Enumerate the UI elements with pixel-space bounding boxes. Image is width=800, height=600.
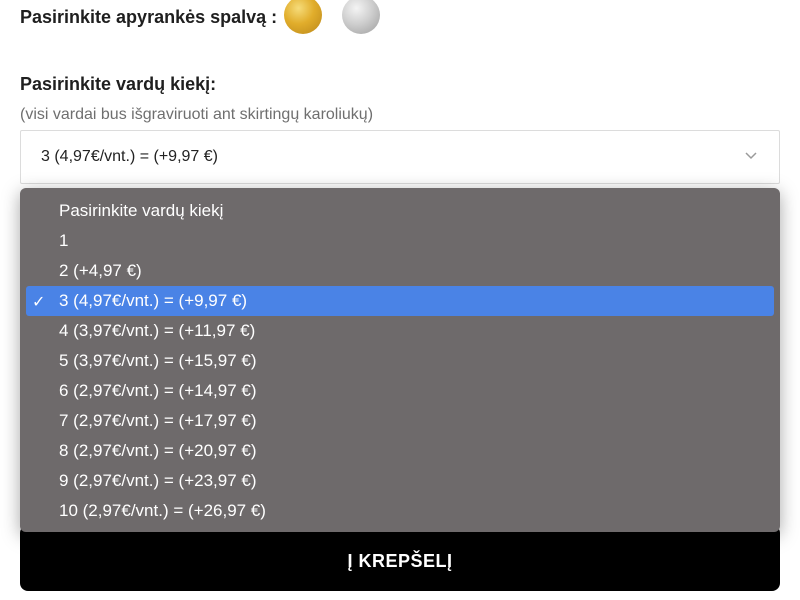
option-label: 2 (+4,97 €)	[59, 261, 142, 280]
option-label: 3 (4,97€/vnt.) = (+9,97 €)	[59, 291, 248, 310]
dropdown-option-7[interactable]: 7 (2,97€/vnt.) = (+17,97 €)	[26, 406, 774, 436]
dropdown-option-8[interactable]: 8 (2,97€/vnt.) = (+20,97 €)	[26, 436, 774, 466]
color-selector-row: Pasirinkite apyrankės spalvą :	[20, 0, 277, 34]
silver-color-swatch[interactable]	[342, 0, 380, 34]
option-label: 9 (2,97€/vnt.) = (+23,97 €)	[59, 471, 257, 490]
quantity-select[interactable]: 3 (4,97€/vnt.) = (+9,97 €)	[20, 130, 780, 184]
quantity-dropdown-menu: Pasirinkite vardų kiekį 1 2 (+4,97 €) ✓ …	[20, 188, 780, 532]
color-selector-label: Pasirinkite apyrankės spalvą :	[20, 6, 278, 27]
option-label: 6 (2,97€/vnt.) = (+14,97 €)	[59, 381, 257, 400]
quantity-select-value: 3 (4,97€/vnt.) = (+9,97 €)	[41, 148, 218, 165]
dropdown-option-3[interactable]: ✓ 3 (4,97€/vnt.) = (+9,97 €)	[26, 286, 774, 316]
option-label: 1	[59, 231, 69, 250]
dropdown-option-6[interactable]: 6 (2,97€/vnt.) = (+14,97 €)	[26, 376, 774, 406]
dropdown-option-4[interactable]: 4 (3,97€/vnt.) = (+11,97 €)	[26, 316, 774, 346]
dropdown-option-1[interactable]: 1	[26, 226, 774, 256]
chevron-down-icon	[745, 149, 757, 161]
option-label: 10 (2,97€/vnt.) = (+26,97 €)	[59, 501, 266, 520]
dropdown-option-5[interactable]: 5 (3,97€/vnt.) = (+15,97 €)	[26, 346, 774, 376]
checkmark-icon: ✓	[32, 294, 46, 311]
option-label: 4 (3,97€/vnt.) = (+11,97 €)	[59, 321, 256, 340]
dropdown-option-2[interactable]: 2 (+4,97 €)	[26, 256, 774, 286]
option-label: 8 (2,97€/vnt.) = (+20,97 €)	[59, 441, 257, 460]
option-label: 5 (3,97€/vnt.) = (+15,97 €)	[59, 351, 257, 370]
quantity-title: Pasirinkite vardų kiekį:	[20, 74, 217, 94]
add-to-cart-button[interactable]: Į KREPŠELĮ	[20, 525, 780, 591]
gold-color-swatch[interactable]	[284, 0, 322, 34]
option-label: 7 (2,97€/vnt.) = (+17,97 €)	[59, 411, 257, 430]
dropdown-option-9[interactable]: 9 (2,97€/vnt.) = (+23,97 €)	[26, 466, 774, 496]
dropdown-option-10[interactable]: 10 (2,97€/vnt.) = (+26,97 €)	[26, 496, 774, 526]
quantity-hint: (visi vardai bus išgraviruoti ant skirti…	[20, 106, 374, 123]
dropdown-option-placeholder[interactable]: Pasirinkite vardų kiekį	[26, 196, 774, 226]
option-label: Pasirinkite vardų kiekį	[59, 201, 224, 220]
